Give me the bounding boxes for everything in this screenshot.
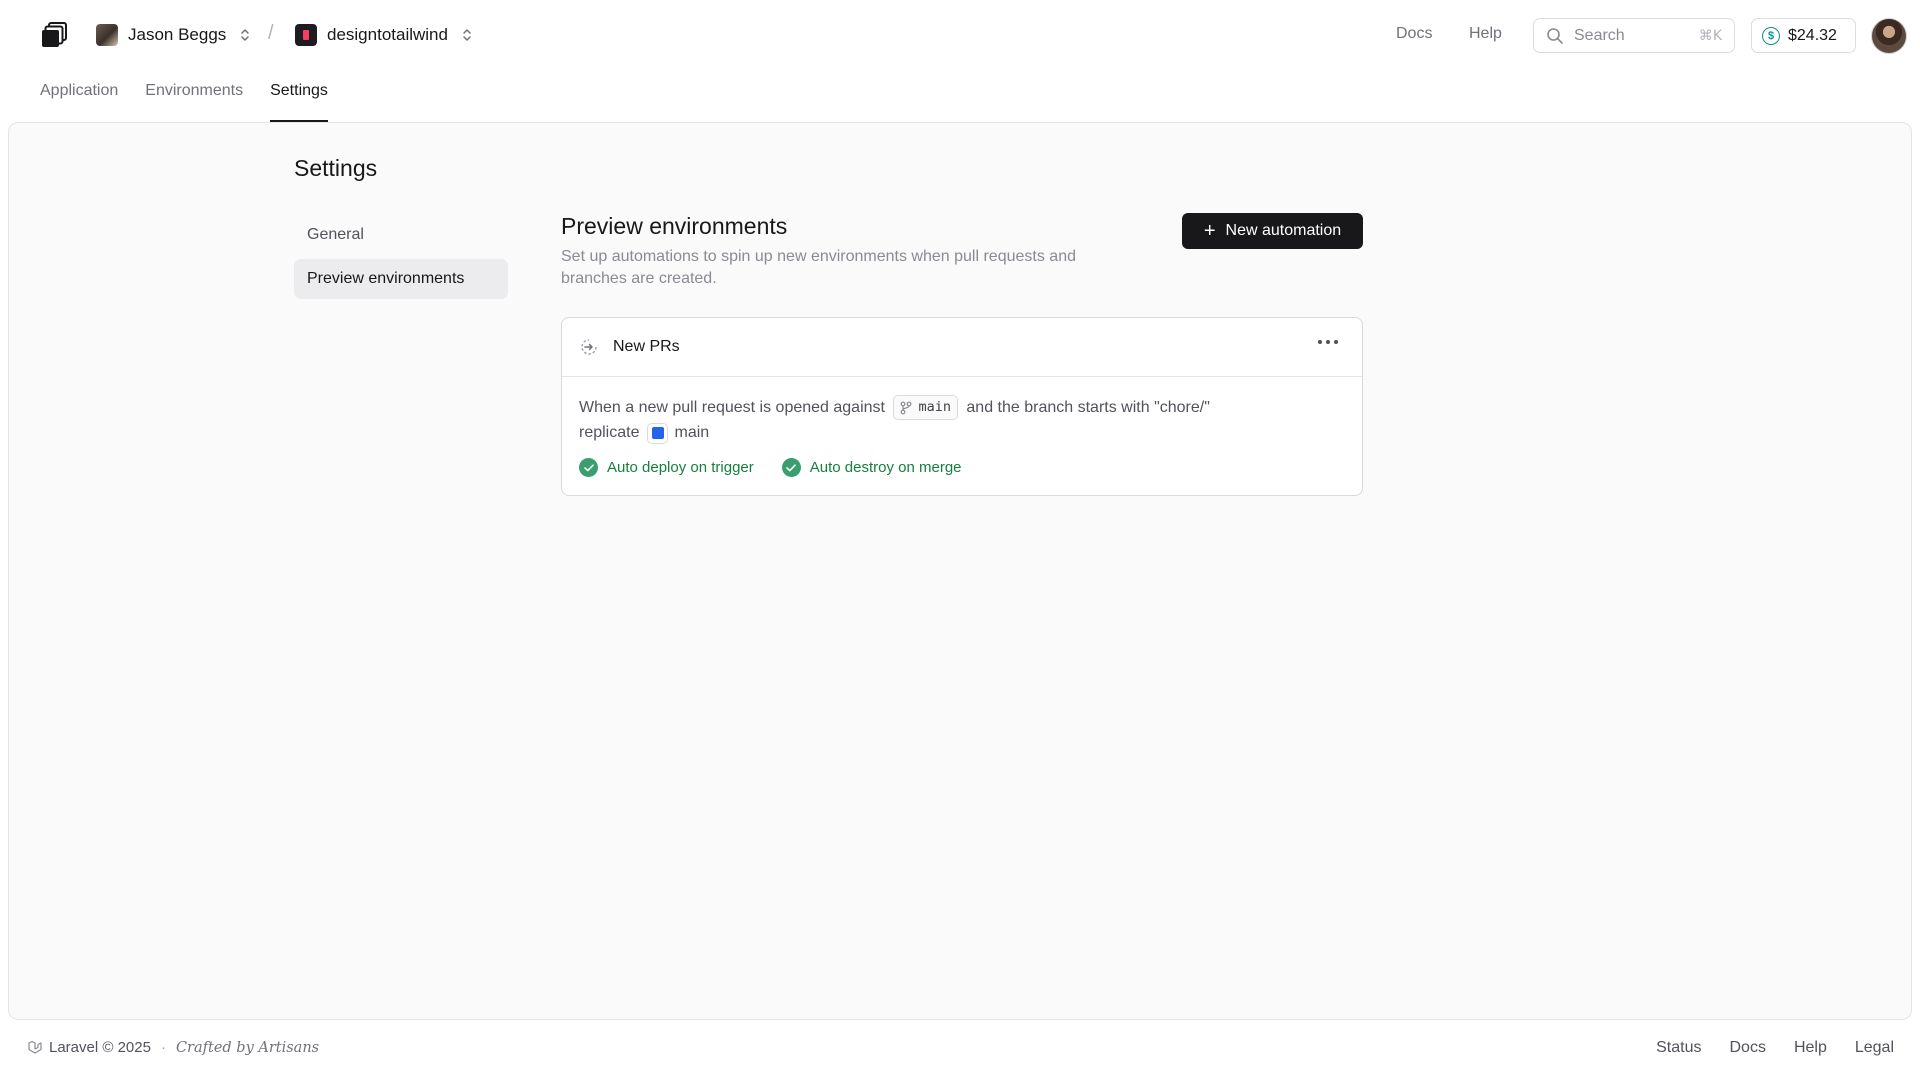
- new-automation-label: New automation: [1225, 222, 1342, 239]
- account-switcher[interactable]: Jason Beggs: [96, 24, 250, 46]
- rule-text-1: When a new pull request is opened agains…: [579, 399, 885, 416]
- page-title: Settings: [294, 155, 378, 181]
- footer-left: Laravel © 2025 · Crafted by Artisans: [27, 1039, 319, 1056]
- project-switcher[interactable]: designtotailwind: [295, 24, 472, 46]
- new-automation-button[interactable]: + New automation: [1182, 213, 1363, 249]
- trigger-icon: [581, 339, 597, 355]
- badge-label: Auto destroy on merge: [809, 459, 962, 477]
- laravel-logo-icon: [28, 1040, 42, 1054]
- dollar-icon: $: [1762, 26, 1780, 45]
- chevron-up-down-icon: [241, 29, 250, 41]
- footer-link-docs[interactable]: Docs: [1729, 1039, 1765, 1057]
- docs-link[interactable]: Docs: [1396, 25, 1432, 43]
- project-tabs: Application Environments Settings: [40, 72, 355, 122]
- breadcrumb-separator: /: [268, 22, 274, 44]
- copyright-text: Laravel © 2025: [49, 1039, 151, 1056]
- git-branch-icon: [901, 401, 912, 415]
- sidenav-item-preview-environments[interactable]: Preview environments: [294, 259, 508, 299]
- footer-link-legal[interactable]: Legal: [1855, 1039, 1894, 1057]
- automation-card-body: When a new pull request is opened agains…: [562, 377, 1362, 480]
- settings-sidenav: General Preview environments: [294, 215, 508, 303]
- credit-amount: $24.32: [1788, 26, 1837, 44]
- rule-text-3: replicate: [579, 424, 640, 442]
- account-name: Jason Beggs: [128, 25, 227, 44]
- section-description: Set up automations to spin up new enviro…: [561, 248, 1076, 287]
- project-name: designtotailwind: [327, 25, 448, 44]
- automation-badges: Auto deploy on trigger Auto destroy on m…: [579, 455, 1345, 480]
- check-circle-icon: [781, 458, 801, 478]
- branch-pill: main: [893, 395, 958, 421]
- tab-settings[interactable]: Settings: [270, 72, 328, 122]
- chevron-up-down-icon: [463, 29, 471, 41]
- automation-rule-line-2: replicate main: [579, 420, 1345, 445]
- project-icon: [295, 24, 317, 46]
- badge-label: Auto deploy on trigger: [607, 459, 754, 477]
- search-shortcut: ⌘K: [1698, 27, 1722, 44]
- footer-links: Status Docs Help Legal: [1656, 1039, 1894, 1057]
- search-icon: [1547, 27, 1563, 44]
- search-input[interactable]: Search ⌘K: [1533, 18, 1735, 53]
- crafted-by-text: Crafted by Artisans: [175, 1039, 320, 1056]
- main-panel: Settings General Preview environments Pr…: [8, 122, 1912, 1020]
- automation-name: New PRs: [613, 338, 680, 355]
- footer-link-status[interactable]: Status: [1656, 1039, 1701, 1057]
- more-options-icon[interactable]: [1318, 340, 1338, 344]
- account-avatar: [96, 24, 118, 46]
- environment-name: main: [674, 424, 710, 442]
- preview-environments-section: Preview environments Set up automations …: [561, 213, 1363, 496]
- search-placeholder: Search: [1574, 26, 1625, 44]
- rule-text-2: and the branch starts with "chore/": [966, 399, 1210, 416]
- check-circle-icon: [579, 458, 598, 478]
- user-avatar[interactable]: [1871, 18, 1907, 54]
- plus-icon: +: [1203, 220, 1216, 242]
- auto-deploy-badge: Auto deploy on trigger: [579, 455, 754, 480]
- tab-application[interactable]: Application: [40, 72, 118, 122]
- help-link[interactable]: Help: [1469, 25, 1502, 43]
- auto-destroy-badge: Auto destroy on merge: [781, 455, 962, 480]
- sidenav-item-general[interactable]: General: [294, 215, 508, 255]
- credit-balance-button[interactable]: $ $24.32: [1751, 18, 1856, 53]
- automation-rule-line-1: When a new pull request is opened agains…: [579, 395, 1345, 421]
- top-bar: Jason Beggs / designtotailwind Docs Help…: [0, 0, 1920, 70]
- environment-color-icon: [647, 422, 669, 444]
- branch-name: main: [918, 399, 951, 416]
- automation-card: New PRs When a new pull request is opene…: [561, 317, 1363, 496]
- tab-environments[interactable]: Environments: [145, 72, 243, 122]
- footer-dot: ·: [160, 1039, 166, 1056]
- automation-card-header: New PRs: [562, 318, 1362, 377]
- footer-link-help[interactable]: Help: [1794, 1039, 1827, 1057]
- laravel-cloud-logo-icon[interactable]: [40, 21, 68, 49]
